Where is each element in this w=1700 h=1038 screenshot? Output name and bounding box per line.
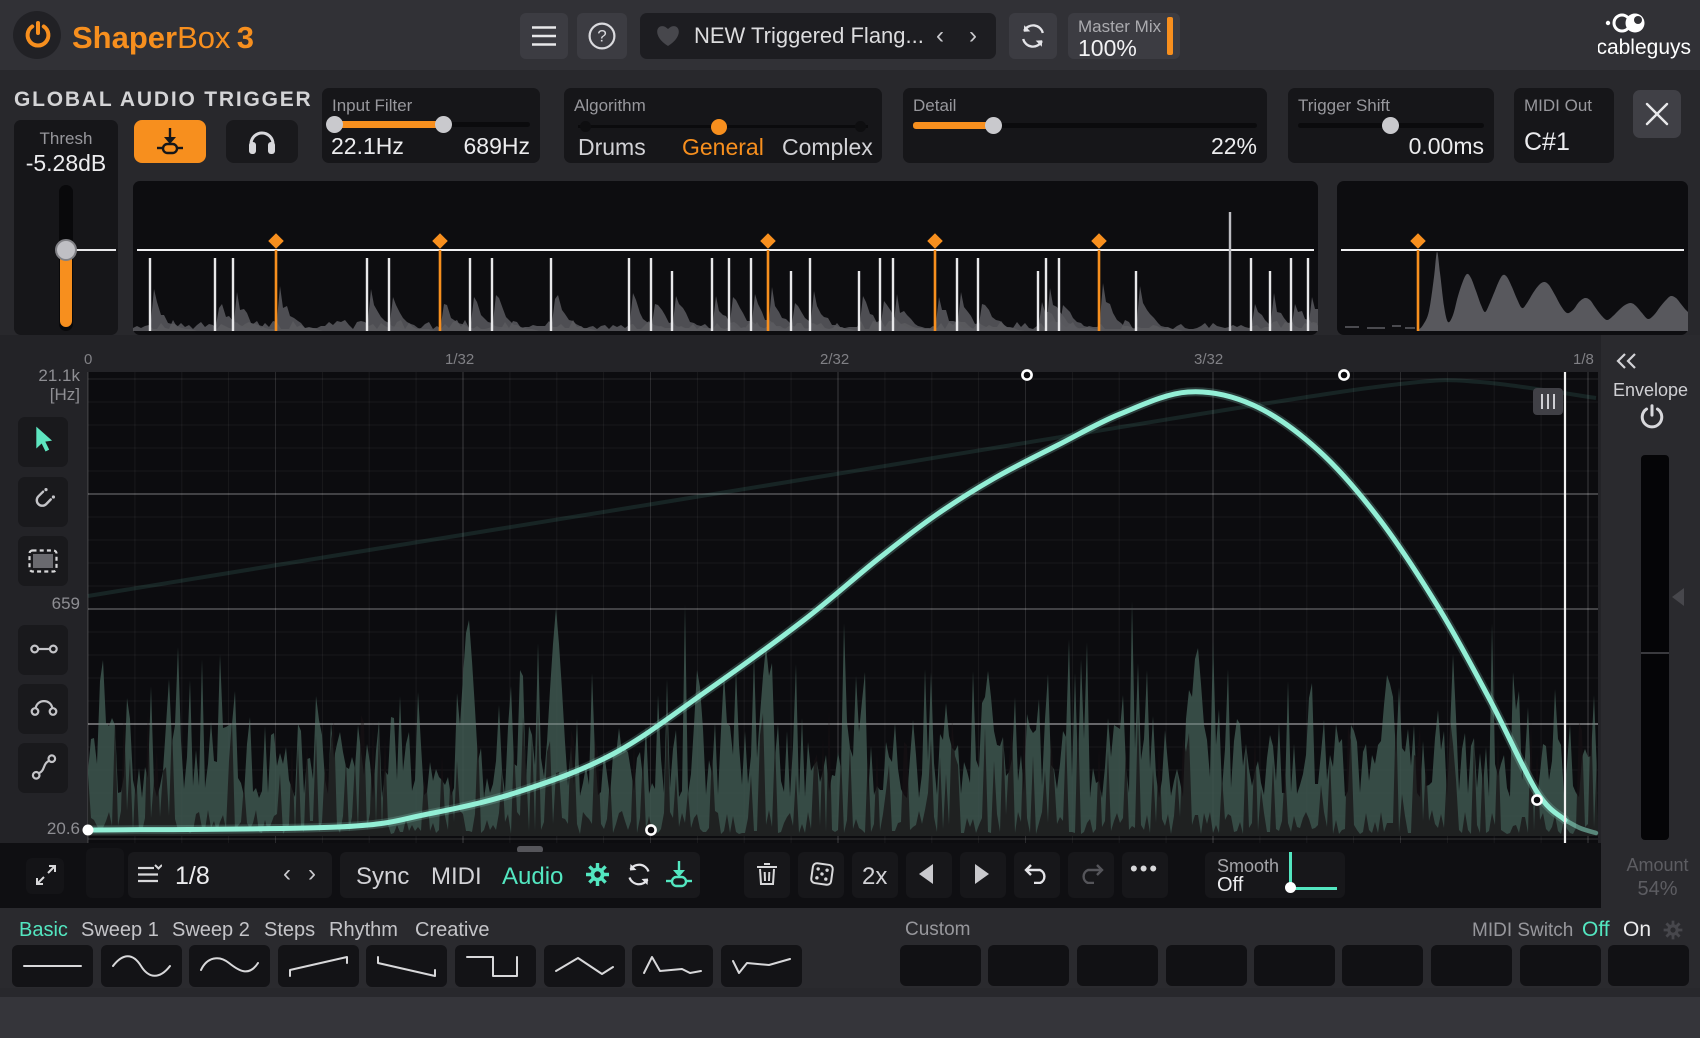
svg-text:cableguys: cableguys: [1598, 36, 1691, 59]
svg-text:?: ?: [597, 27, 606, 46]
